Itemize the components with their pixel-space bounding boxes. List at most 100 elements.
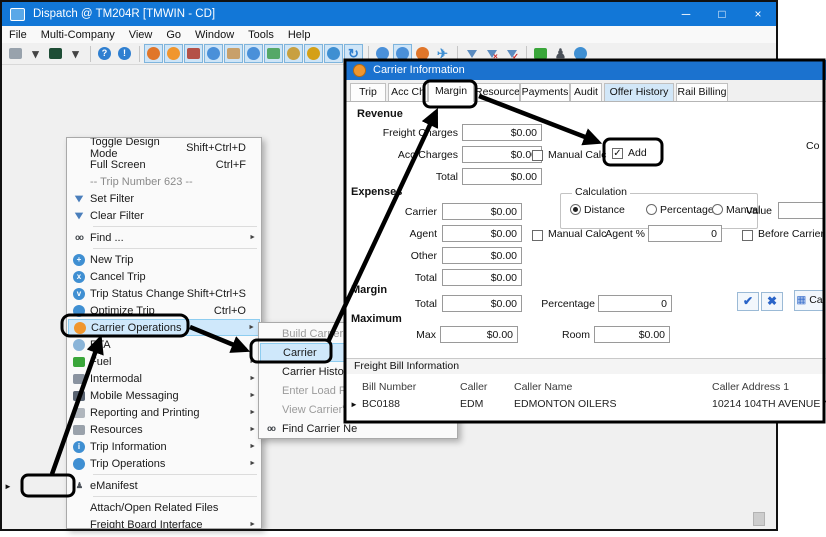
dock-icon[interactable]: [224, 44, 243, 63]
menu-item-carrier-operations[interactable]: Carrier Operations►: [68, 319, 260, 336]
dialog-tab-trip[interactable]: Trip: [350, 83, 386, 101]
expenses-field-agent[interactable]: $0.00: [442, 225, 522, 242]
handshake-icon[interactable]: [164, 44, 183, 63]
menubar: FileMulti-CompanyViewGoWindowToolsHelp: [2, 26, 776, 44]
menu-item-label: eManifest: [90, 480, 260, 492]
filter-icon: [75, 195, 84, 202]
menu-item-new-trip[interactable]: +New Trip: [68, 251, 260, 268]
driver-icon[interactable]: [144, 44, 163, 63]
expenses-field-carrier[interactable]: $0.00: [442, 203, 522, 220]
menu-item-trip-information[interactable]: iTrip Information►: [68, 438, 260, 455]
menu-item-full-screen[interactable]: Full ScreenCtrl+F: [68, 156, 260, 173]
menubar-item-help[interactable]: Help: [281, 29, 318, 41]
radio-percentage[interactable]: [646, 204, 657, 215]
margin-total-field[interactable]: $0.00: [442, 295, 522, 312]
cancel-button[interactable]: ✖: [761, 292, 783, 311]
close-button[interactable]: ×: [740, 2, 776, 26]
room-field[interactable]: $0.00: [594, 326, 670, 343]
expenses-field-total[interactable]: $0.00: [442, 269, 522, 286]
revenue-label-total: Total: [350, 171, 458, 183]
radio-distance[interactable]: [570, 204, 581, 215]
dialog-tab-acc-ch[interactable]: Acc Ch: [388, 83, 428, 101]
menu-item-freight-board-interface[interactable]: Freight Board Interface►: [68, 516, 260, 529]
trace-icon[interactable]: [204, 44, 223, 63]
expenses-manual-calc-checkbox[interactable]: [532, 230, 543, 241]
dialog-tab-resources[interactable]: Resources: [474, 83, 520, 101]
billing-icon[interactable]: [264, 44, 283, 63]
menu-item-cancel-trip[interactable]: xCancel Trip: [68, 268, 260, 285]
revenue-manual-calc-checkbox[interactable]: [532, 150, 543, 161]
add-checkbox[interactable]: ✓: [612, 148, 623, 159]
menu-item-optimize-trip[interactable]: Optimize TripCtrl+O: [68, 302, 260, 319]
revenue-manual-calc-label: Manual Calc: [548, 149, 606, 161]
revenue-label-acc-charges: Acc Charges: [350, 149, 458, 161]
fbi-cell: EDM: [460, 398, 483, 410]
handshake-icon: [74, 322, 86, 334]
menu-item-label: New Trip: [90, 254, 260, 266]
room-label: Room: [548, 329, 590, 341]
menu-item-label: Clear Filter: [90, 210, 260, 222]
menu-separator: [93, 226, 257, 227]
menubar-item-window[interactable]: Window: [188, 29, 241, 41]
revenue-field-freight-charges[interactable]: $0.00: [462, 124, 542, 141]
dialog-tab-margin[interactable]: Margin: [428, 81, 474, 102]
minimize-button[interactable]: ─: [668, 2, 704, 26]
truck-icon[interactable]: [184, 44, 203, 63]
percentage-field[interactable]: 0: [598, 295, 672, 312]
radio-manual[interactable]: [712, 204, 723, 215]
menu-item-emanifest[interactable]: ♟ eManifest: [68, 477, 260, 494]
comm-icon[interactable]: [284, 44, 303, 63]
dialog-tab-strip: TripAcc ChMarginResourcesPaymentsAuditOf…: [345, 80, 826, 101]
calculate-button[interactable]: ▦ Ca: [794, 290, 825, 311]
bottom-grid-scrollbar-thumb[interactable]: [753, 512, 765, 526]
submenu-arrow-icon: ►: [249, 460, 256, 467]
submenu-arrow-icon: ►: [249, 409, 256, 416]
menu-item-set-filter[interactable]: Set Filter: [68, 190, 260, 207]
expenses-field-other[interactable]: $0.00: [442, 247, 522, 264]
max-label: Max: [400, 329, 436, 341]
apply-button[interactable]: ✔: [737, 292, 759, 311]
maximize-button[interactable]: □: [704, 2, 740, 26]
menu-separator: [93, 474, 257, 475]
margin-heading: Margin: [351, 284, 387, 296]
help-icon[interactable]: ?: [95, 44, 114, 63]
coin-icon[interactable]: [304, 44, 323, 63]
menu-item-reporting-and-printing[interactable]: Reporting and Printing►: [68, 404, 260, 421]
person-icon: ♟: [76, 481, 82, 490]
menubar-item-tools[interactable]: Tools: [241, 29, 281, 41]
print-icon[interactable]: [6, 44, 25, 63]
globe-icon[interactable]: [324, 44, 343, 63]
menu-item-toggle-design-mode[interactable]: Toggle Design ModeShift+Ctrl+D: [68, 139, 260, 156]
menu-item-label: Cancel Trip: [90, 271, 260, 283]
menu-item-mobile-messaging[interactable]: Mobile Messaging►: [68, 387, 260, 404]
screen-dropdown-caret-icon[interactable]: ▾: [66, 44, 85, 63]
print-dropdown-caret-icon[interactable]: ▾: [26, 44, 45, 63]
menu-item-trip-status-change[interactable]: vTrip Status ChangeShift+Ctrl+S: [68, 285, 260, 302]
menu-item-trip-operations[interactable]: Trip Operations►: [68, 455, 260, 472]
before-carrier-checkbox[interactable]: [742, 230, 753, 241]
menu-item-intermodal[interactable]: Intermodal►: [68, 370, 260, 387]
menu-item-clear-filter[interactable]: Clear Filter: [68, 207, 260, 224]
dialog-tab-payments[interactable]: Payments: [520, 83, 570, 101]
menu-item-resources[interactable]: Resources►: [68, 421, 260, 438]
menubar-item-file[interactable]: File: [2, 29, 34, 41]
menu-item-fuel[interactable]: Fuel►: [68, 353, 260, 370]
menubar-item-view[interactable]: View: [122, 29, 160, 41]
menu-item-eta[interactable]: ETA: [68, 336, 260, 353]
revenue-field-acc-charges[interactable]: $0.00: [462, 146, 542, 163]
fbi-cell: 10214 104TH AVENUE NOR: [712, 398, 826, 410]
max-field[interactable]: $0.00: [440, 326, 518, 343]
screen-icon[interactable]: [46, 44, 65, 63]
agent-pct-field[interactable]: 0: [648, 225, 722, 242]
about-icon[interactable]: !: [115, 44, 134, 63]
dialog-tab-rail-billing[interactable]: Rail Billing: [676, 83, 728, 101]
revenue-field-total[interactable]: $0.00: [462, 168, 542, 185]
dialog-tab-offer-history[interactable]: Offer History: [604, 83, 674, 101]
menubar-item-go[interactable]: Go: [159, 29, 188, 41]
menubar-item-multi-company[interactable]: Multi-Company: [34, 29, 122, 41]
search-icon[interactable]: [244, 44, 263, 63]
menu-item-attach-open-related-files[interactable]: Attach/Open Related Files: [68, 499, 260, 516]
menu-item-find[interactable]: ooFind ...►: [68, 229, 260, 246]
dialog-tab-audit[interactable]: Audit: [570, 83, 602, 101]
value-field[interactable]: [778, 202, 824, 219]
